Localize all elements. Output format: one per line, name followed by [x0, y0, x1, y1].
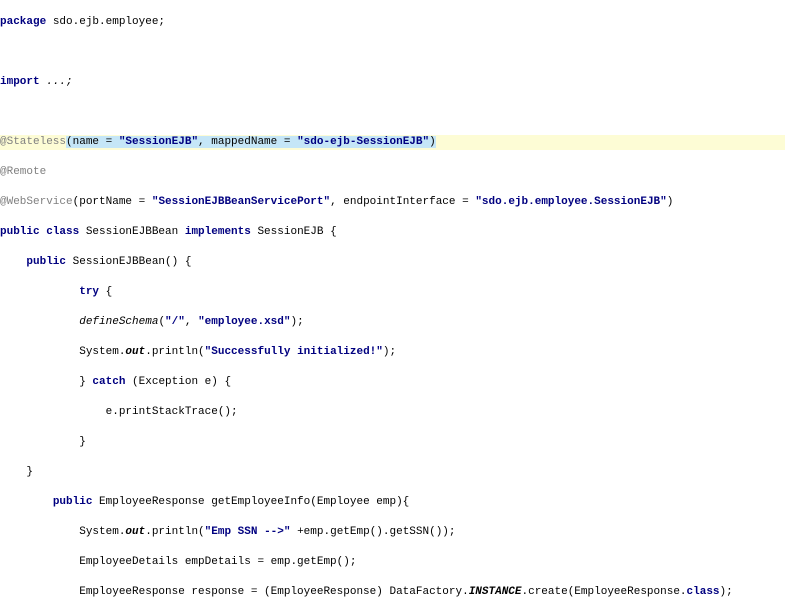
text: , mappedName = — [198, 136, 297, 148]
keyword: class — [687, 586, 720, 598]
text: System. — [0, 526, 125, 538]
keyword: public — [26, 256, 66, 268]
annotation: @Stateless — [0, 136, 66, 148]
text: } — [0, 376, 92, 388]
string: "/" — [165, 316, 185, 328]
code-line: package sdo.ejb.employee; — [0, 15, 785, 30]
code-line: EmployeeDetails empDetails = emp.getEmp(… — [0, 555, 785, 570]
text: SessionEJBBean() { — [66, 256, 191, 268]
text: SessionEJBBean — [79, 226, 185, 238]
code-line: } — [0, 465, 785, 480]
text: EmployeeResponse getEmployeeInfo(Employe… — [92, 496, 409, 508]
code-line: @WebService(portName = "SessionEJBBeanSe… — [0, 195, 785, 210]
static-field: INSTANCE — [469, 586, 522, 598]
text: ); — [383, 346, 396, 358]
text: ...; — [40, 76, 73, 88]
text: .println( — [145, 526, 204, 538]
text: } — [0, 466, 33, 478]
text: System. — [0, 346, 125, 358]
code-line: defineSchema("/", "employee.xsd"); — [0, 315, 785, 330]
text: } — [0, 436, 86, 448]
code-line: } catch (Exception e) { — [0, 375, 785, 390]
string: "Successfully initialized!" — [205, 346, 383, 358]
text: e.printStackTrace(); — [0, 406, 238, 418]
code-editor[interactable]: package sdo.ejb.employee; import ...; @S… — [0, 0, 785, 600]
text: SessionEJB { — [251, 226, 337, 238]
text: +emp.getEmp().getSSN()); — [290, 526, 455, 538]
selection: (name = "SessionEJB", mappedName = "sdo-… — [66, 136, 436, 148]
string: "SessionEJBBeanServicePort" — [152, 196, 330, 208]
text: , endpointInterface = — [330, 196, 475, 208]
keyword: import — [0, 76, 40, 88]
static-field: out — [125, 346, 145, 358]
code-line: public class SessionEJBBean implements S… — [0, 225, 785, 240]
text: .println( — [145, 346, 204, 358]
text: ) — [429, 136, 436, 148]
text: ); — [290, 316, 303, 328]
text: ) — [667, 196, 674, 208]
code-line: public EmployeeResponse getEmployeeInfo(… — [0, 495, 785, 510]
text: sdo.ejb.employee; — [46, 16, 165, 28]
text: ); — [720, 586, 733, 598]
keyword: try — [79, 286, 99, 298]
text: , — [185, 316, 198, 328]
code-line: } — [0, 435, 785, 450]
code-line: System.out.println("Emp SSN -->" +emp.ge… — [0, 525, 785, 540]
highlighted-line: @Stateless(name = "SessionEJB", mappedNa… — [0, 135, 785, 150]
string: "Emp SSN -->" — [205, 526, 291, 538]
annotation: @WebService — [0, 196, 73, 208]
string: "sdo.ejb.employee.SessionEJB" — [475, 196, 666, 208]
text: { — [99, 286, 112, 298]
annotation: @Remote — [0, 166, 46, 178]
string: "SessionEJB" — [119, 136, 198, 148]
keyword: catch — [92, 376, 125, 388]
code-line: import ...; — [0, 75, 785, 90]
text: (Exception e) { — [125, 376, 231, 388]
string: "sdo-ejb-SessionEJB" — [297, 136, 429, 148]
code-line: @Remote — [0, 165, 785, 180]
text: .create(EmployeeResponse. — [522, 586, 687, 598]
blank-line — [0, 105, 785, 120]
code-line: public SessionEJBBean() { — [0, 255, 785, 270]
method-call: defineSchema — [79, 316, 158, 328]
blank-line — [0, 45, 785, 60]
code-line: e.printStackTrace(); — [0, 405, 785, 420]
keyword: implements — [185, 226, 251, 238]
code-line: EmployeeResponse response = (EmployeeRes… — [0, 585, 785, 600]
keyword: public class — [0, 226, 79, 238]
text: EmployeeDetails empDetails = emp.getEmp(… — [0, 556, 356, 568]
code-line: System.out.println("Successfully initial… — [0, 345, 785, 360]
text: EmployeeResponse response = (EmployeeRes… — [0, 586, 469, 598]
static-field: out — [125, 526, 145, 538]
code-line: try { — [0, 285, 785, 300]
keyword: package — [0, 16, 46, 28]
string: "employee.xsd" — [198, 316, 290, 328]
keyword: public — [53, 496, 93, 508]
text: (portName = — [73, 196, 152, 208]
text: (name = — [66, 136, 119, 148]
